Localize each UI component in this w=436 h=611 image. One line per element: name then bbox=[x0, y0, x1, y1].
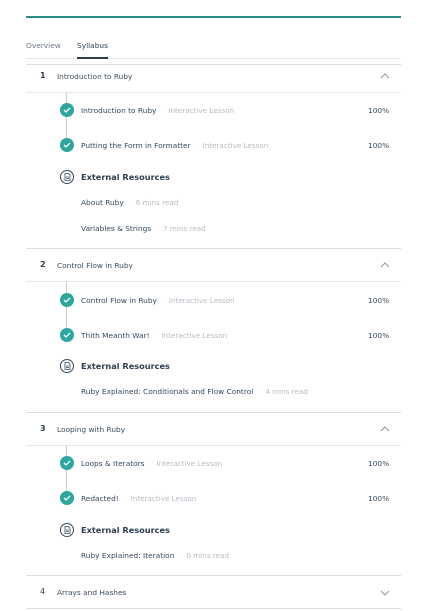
resource-link[interactable]: Ruby Explained: Iteration · 0 mins read bbox=[81, 551, 229, 560]
lesson-type: Interactive Lesson bbox=[168, 106, 235, 115]
divider bbox=[26, 248, 401, 249]
lesson-type: Interactive Lesson bbox=[130, 494, 197, 503]
lesson-link[interactable]: Loops & Iterators · Interactive Lesson bbox=[81, 459, 222, 468]
lesson-type: Interactive Lesson bbox=[156, 459, 223, 468]
resource-meta: 0 mins read bbox=[186, 551, 229, 560]
unit-title[interactable]: Introduction to Ruby bbox=[57, 72, 132, 81]
lesson-name: Redacted! bbox=[81, 494, 119, 503]
unit-number: 1 bbox=[40, 71, 46, 80]
divider bbox=[26, 608, 401, 609]
check-icon bbox=[60, 491, 74, 505]
lesson-link[interactable]: Thith Meanth War! · Interactive Lesson bbox=[81, 331, 227, 340]
lesson-progress: 100% bbox=[368, 331, 390, 340]
lesson-progress: 100% bbox=[368, 494, 390, 503]
lesson-progress: 100% bbox=[368, 296, 390, 305]
unit-title[interactable]: Arrays and Hashes bbox=[57, 588, 126, 597]
resources-heading: External Resources bbox=[81, 525, 170, 535]
lesson-link[interactable]: Putting the Form in Formatter · Interactiv… bbox=[81, 141, 268, 150]
resource-meta: 7 mins read bbox=[163, 224, 206, 233]
lesson-name: Loops & Iterators bbox=[81, 459, 145, 468]
tab-syllabus[interactable]: Syllabus bbox=[77, 41, 108, 59]
resource-name: About Ruby bbox=[81, 198, 124, 207]
check-icon bbox=[60, 293, 74, 307]
chevron-down-icon[interactable] bbox=[380, 590, 390, 596]
lesson-progress: 100% bbox=[368, 459, 390, 468]
syllabus-tabs: Overview Syllabus bbox=[26, 41, 401, 59]
chevron-up-icon[interactable] bbox=[380, 262, 390, 268]
lesson-name: Thith Meanth War! bbox=[81, 331, 150, 340]
lesson-link[interactable]: Control Flow in Ruby · Interactive Lesson bbox=[81, 296, 235, 305]
lesson-type: Interactive Lesson bbox=[202, 141, 269, 150]
resource-meta: 4 mins read bbox=[265, 387, 308, 396]
resource-name: Ruby Explained: Conditionals and Flow Co… bbox=[81, 387, 254, 396]
course-progress-bar bbox=[26, 16, 401, 18]
divider bbox=[26, 412, 401, 413]
check-icon bbox=[60, 138, 74, 152]
chevron-up-icon[interactable] bbox=[380, 73, 390, 79]
unit-number: 4 bbox=[40, 587, 46, 596]
document-icon bbox=[60, 523, 74, 537]
document-icon bbox=[60, 170, 74, 184]
resource-name: Ruby Explained: Iteration bbox=[81, 551, 175, 560]
tab-syllabus-label: Syllabus bbox=[77, 41, 108, 50]
resource-link[interactable]: Ruby Explained: Conditionals and Flow Co… bbox=[81, 387, 308, 396]
resources-heading: External Resources bbox=[81, 361, 170, 371]
lesson-link[interactable]: Introduction to Ruby · Interactive Lesson bbox=[81, 106, 234, 115]
check-icon bbox=[60, 328, 74, 342]
check-icon bbox=[60, 103, 74, 117]
lesson-link[interactable]: Redacted! · Interactive Lesson bbox=[81, 494, 196, 503]
divider bbox=[26, 281, 401, 282]
active-tab-indicator bbox=[77, 57, 108, 59]
lesson-progress: 100% bbox=[368, 141, 390, 150]
lesson-name: Putting the Form in Formatter bbox=[81, 141, 191, 150]
lesson-name: Introduction to Ruby bbox=[81, 106, 157, 115]
lesson-type: Interactive Lesson bbox=[168, 296, 235, 305]
tab-overview[interactable]: Overview bbox=[26, 41, 61, 50]
chevron-up-icon[interactable] bbox=[380, 426, 390, 432]
resource-meta: 6 mins read bbox=[135, 198, 179, 207]
resource-name: Variables & Strings bbox=[81, 224, 152, 233]
resources-heading: External Resources bbox=[81, 172, 170, 182]
check-icon bbox=[60, 456, 74, 470]
document-icon bbox=[60, 359, 74, 373]
unit-number: 3 bbox=[40, 424, 46, 433]
divider bbox=[26, 575, 401, 576]
divider bbox=[26, 92, 401, 93]
unit-title[interactable]: Looping with Ruby bbox=[57, 425, 125, 434]
lesson-progress: 100% bbox=[368, 106, 390, 115]
divider bbox=[26, 445, 401, 446]
resource-link[interactable]: About Ruby · 6 mins read bbox=[81, 198, 178, 207]
unit-number: 2 bbox=[40, 260, 46, 269]
unit-title[interactable]: Control Flow in Ruby bbox=[57, 261, 133, 270]
resource-link[interactable]: Variables & Strings · 7 mins read bbox=[81, 224, 206, 233]
lesson-type: Interactive Lesson bbox=[161, 331, 228, 340]
lesson-name: Control Flow in Ruby bbox=[81, 296, 157, 305]
divider bbox=[26, 64, 401, 65]
